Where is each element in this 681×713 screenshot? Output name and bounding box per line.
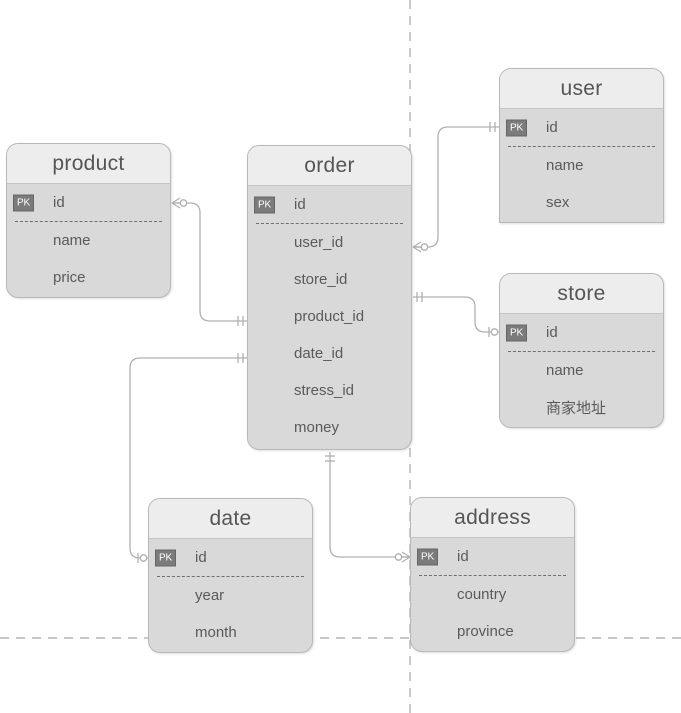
field-label: user_id [294,234,344,251]
field-row-product-name[interactable]: name [7,222,170,259]
field-label: name [53,232,91,249]
primary-key-badge: PK [506,119,527,136]
entity-header-store[interactable]: store [500,274,663,314]
field-label: name [546,362,584,379]
field-label: sex [546,194,570,211]
field-row-user-id[interactable]: PK id [500,109,663,146]
cardinality-order-date-to [137,553,148,563]
field-label: month [195,624,237,641]
cardinality-order-address-from [325,455,335,462]
field-row-address-province[interactable]: province [411,613,574,650]
cardinality-order-user-to [489,122,496,132]
field-row-product-id[interactable]: PK id [7,184,170,221]
entity-fields-date: PK id year month [149,539,312,651]
field-label: id [457,548,469,565]
field-label: store_id [294,271,348,288]
field-label: year [195,587,225,604]
field-row-order-money[interactable]: money [248,409,411,446]
entity-header-product[interactable]: product [7,144,170,184]
connector-order-store[interactable] [413,296,499,333]
field-row-store-商家地址[interactable]: 商家地址 [500,389,663,426]
entity-fields-user: PK id name sex [500,109,663,221]
primary-key-badge: PK [155,549,176,566]
field-label: id [53,194,65,211]
cardinality-order-store-from [416,292,423,302]
entity-fields-address: PK id country province [411,538,574,650]
field-row-address-country[interactable]: country [411,576,574,613]
primary-key-badge: PK [417,548,438,565]
field-label: id [294,196,306,213]
cardinality-order-address-to [394,551,411,563]
connector-product-order[interactable] [172,202,247,322]
entity-header-order[interactable]: order [248,146,411,186]
field-row-order-user_id[interactable]: user_id [248,224,411,261]
cardinality-order-store-to [488,327,499,337]
entity-title-date: date [209,506,252,530]
er-diagram-canvas[interactable]: product PK id name price order PK id user_idstor… [0,0,681,713]
field-row-user-sex[interactable]: sex [500,184,663,221]
field-row-date-year[interactable]: year [149,577,312,614]
field-label: name [546,157,584,174]
entity-title-product: product [52,151,125,175]
entity-title-order: order [304,153,355,177]
field-row-order-store_id[interactable]: store_id [248,261,411,298]
field-label: money [294,419,340,436]
cardinality-product-order-from [171,197,188,209]
entity-fields-order: PK id user_id store_id product_id date_idstre… [248,186,411,446]
primary-key-badge: PK [506,324,527,341]
cardinality-order-date-from [237,353,244,363]
entity-header-user[interactable]: user [500,69,663,109]
field-row-order-date_id[interactable]: date_id [248,335,411,372]
field-row-store-id[interactable]: PK id [500,314,663,351]
connector-order-address[interactable] [329,452,410,558]
field-row-order-stress_id[interactable]: stress_id [248,372,411,409]
entity-product[interactable]: product PK id name price [6,143,171,298]
field-row-date-id[interactable]: PK id [149,539,312,576]
field-label: id [546,324,558,341]
entity-store[interactable]: store PK id name 商家地址 [499,273,664,428]
field-row-store-name[interactable]: name [500,352,663,389]
field-label: stress_id [294,382,355,399]
entity-fields-product: PK id name price [7,184,170,296]
field-label: id [546,119,558,136]
field-label: 商家地址 [546,400,607,417]
field-label: id [195,549,207,566]
field-row-order-product_id[interactable]: product_id [248,298,411,335]
entity-fields-store: PK id name 商家地址 [500,314,663,426]
field-label: province [457,623,514,640]
cardinality-product-order-to [237,316,244,326]
entity-order[interactable]: order PK id user_id store_id product_id date_i… [247,145,412,450]
entity-header-address[interactable]: address [411,498,574,538]
field-label: product_id [294,308,365,325]
field-row-date-month[interactable]: month [149,614,312,651]
entity-title-store: store [557,281,606,305]
field-row-user-name[interactable]: name [500,147,663,184]
entity-date[interactable]: date PK id year month [148,498,313,653]
entity-address[interactable]: address PK id country province [410,497,575,652]
connector-order-user[interactable] [413,126,499,248]
entity-header-date[interactable]: date [149,499,312,539]
field-label: country [457,586,507,603]
field-row-order-id[interactable]: PK id [248,186,411,223]
field-label: price [53,269,86,286]
entity-user[interactable]: user PK id name sex [499,68,664,223]
field-row-address-id[interactable]: PK id [411,538,574,575]
primary-key-badge: PK [254,196,275,213]
cardinality-order-user-from [412,241,429,253]
entity-title-address: address [454,505,531,529]
field-row-product-price[interactable]: price [7,259,170,296]
primary-key-badge: PK [13,194,34,211]
field-label: date_id [294,345,344,362]
entity-title-user: user [560,76,603,100]
